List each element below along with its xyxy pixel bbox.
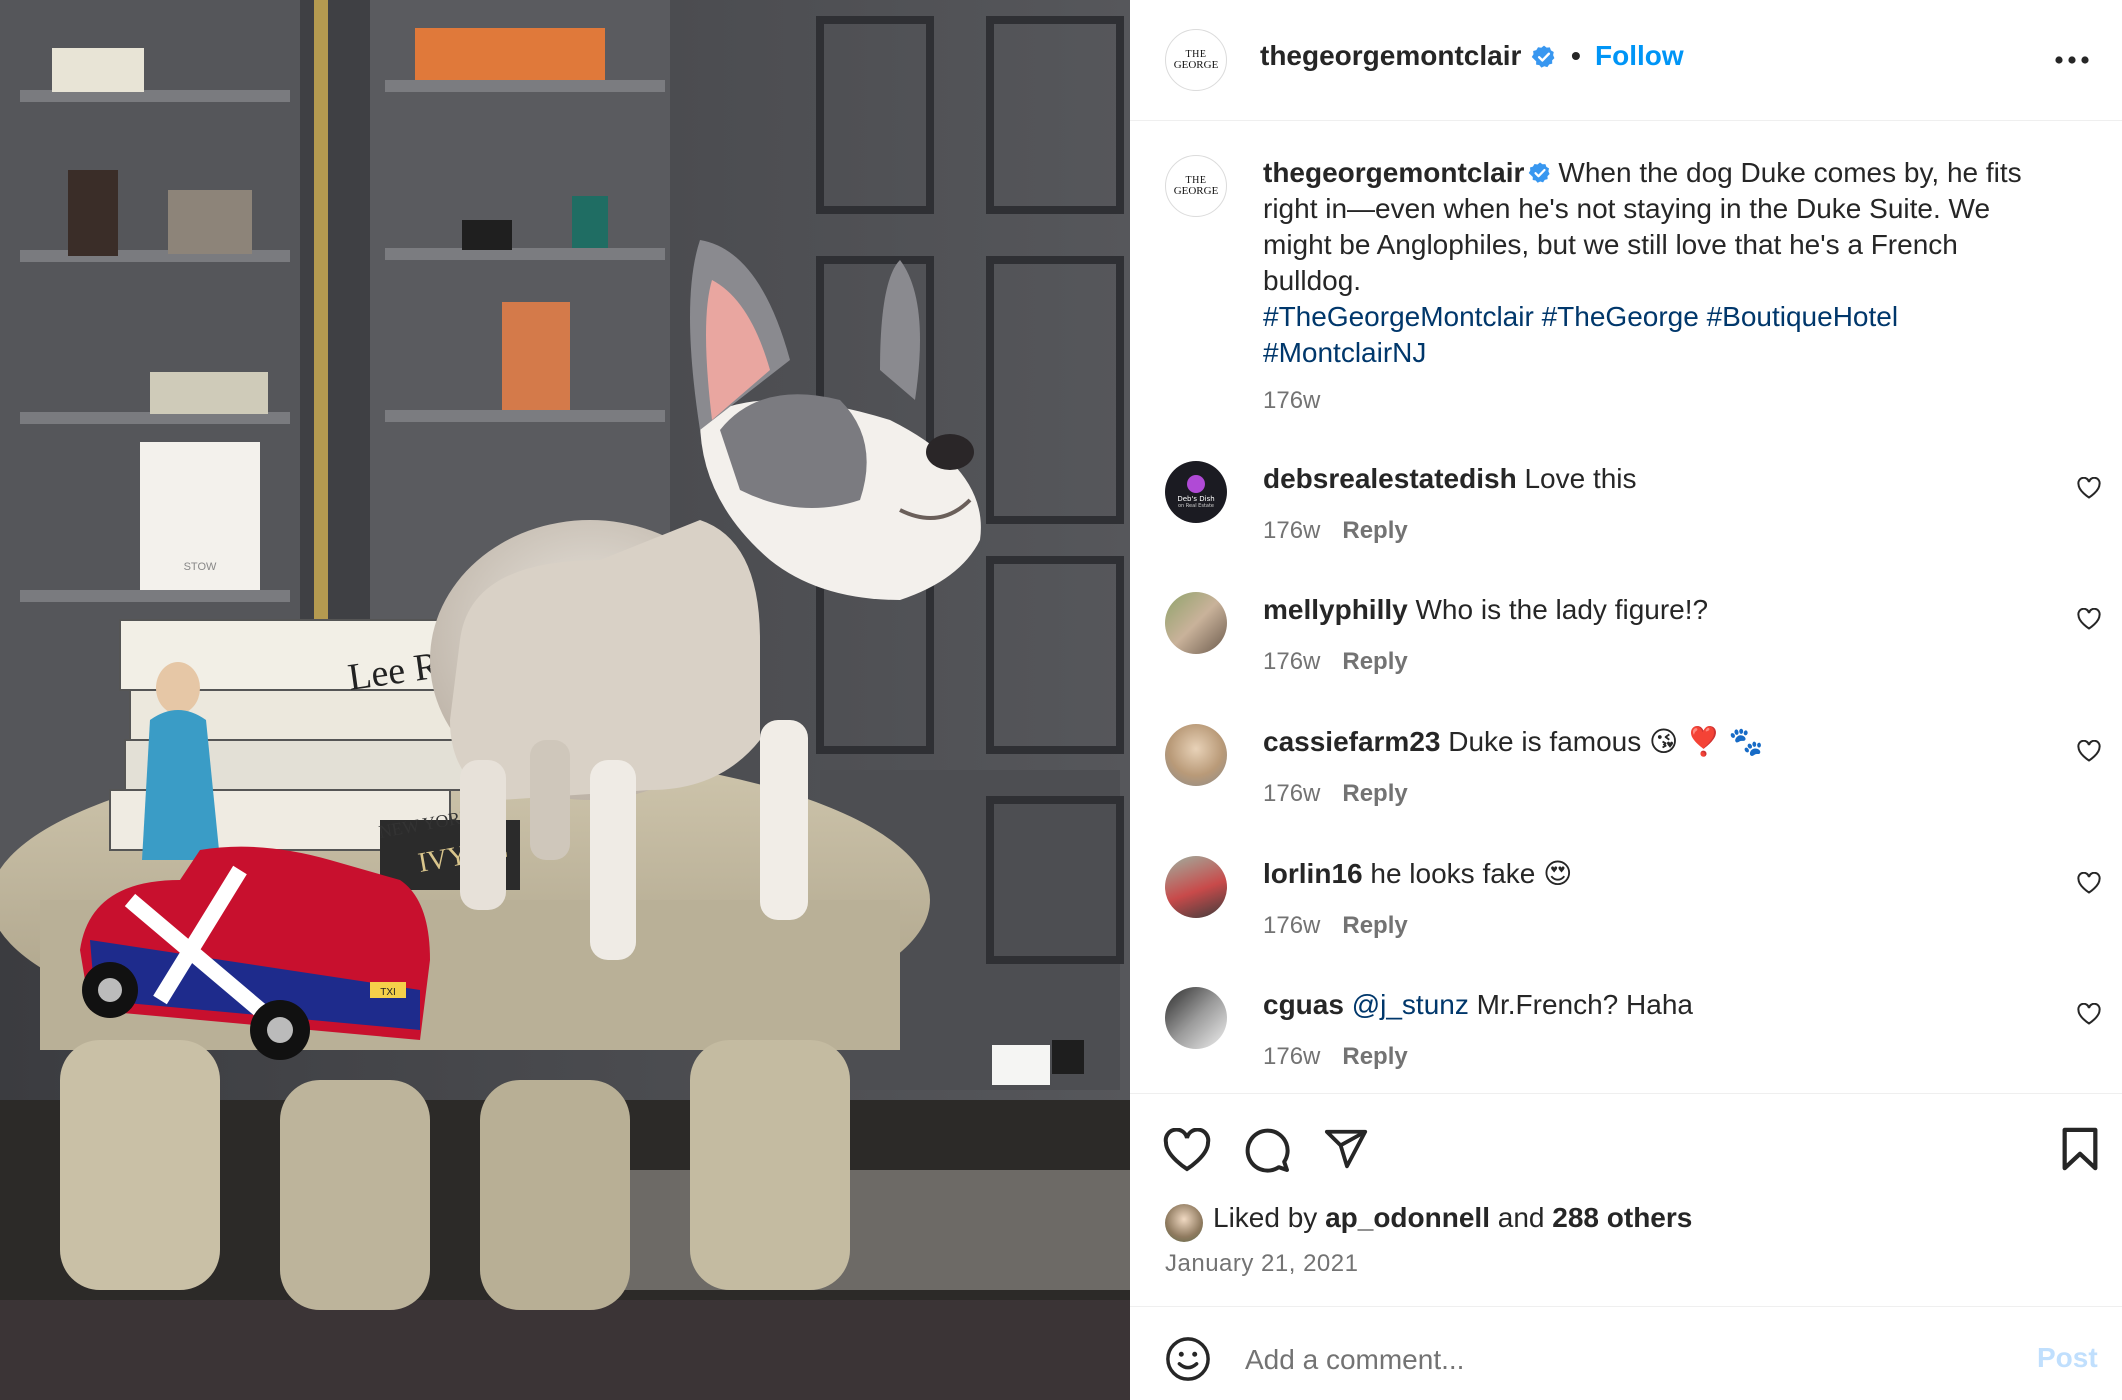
hashtag-link[interactable]: #MontclairNJ [1263, 337, 1426, 368]
comment-meta: 176w Reply [1263, 517, 1408, 545]
avatar-logo-line2: GEORGE [1173, 185, 1219, 197]
bookmark-icon[interactable] [2060, 1126, 2100, 1172]
post-details-panel: THE GEORGE thegeorgemontclair • Follow T… [1130, 0, 2122, 1400]
comments-list[interactable]: THE GEORGE thegeorgemontclair When the d… [1130, 121, 2122, 1093]
avatar-text-2: on Real Estate [1177, 503, 1214, 509]
post-header: THE GEORGE thegeorgemontclair • Follow [1130, 0, 2122, 121]
send-icon[interactable] [1323, 1126, 1369, 1172]
comment-meta: 176w Reply [1263, 780, 1408, 808]
comment-age[interactable]: 176w [1263, 1043, 1320, 1070]
comment-like-heart-icon[interactable] [2077, 608, 2101, 630]
avatar-logo-line2: GEORGE [1173, 59, 1219, 71]
verified-badge-icon [1531, 45, 1555, 68]
hashtag-link[interactable]: #TheGeorge [1542, 301, 1699, 332]
follow-button[interactable]: Follow [1595, 40, 1684, 72]
comment-meta: 176w Reply [1263, 648, 1408, 676]
post-comment-button[interactable]: Post [2037, 1342, 2098, 1374]
divider [1130, 1306, 2122, 1307]
post-caption: thegeorgemontclair When the dog Duke com… [1263, 155, 2063, 413]
commenter-avatar[interactable]: Deb's Dish on Real Estate [1165, 461, 1227, 523]
comment-age[interactable]: 176w [1263, 648, 1320, 675]
hashtag-link[interactable]: #TheGeorgeMontclair [1263, 301, 1534, 332]
comment-like-heart-icon[interactable] [2077, 1003, 2101, 1025]
comment-age[interactable]: 176w [1263, 517, 1320, 544]
comment-username[interactable]: cguas [1263, 989, 1344, 1020]
header-separator: • [1571, 40, 1581, 71]
post-action-bar [1130, 1118, 2122, 1178]
emoji-smile-icon[interactable] [1165, 1336, 1211, 1382]
comment-text: Who is the lady figure!? [1415, 594, 1709, 625]
comment-age[interactable]: 176w [1263, 780, 1320, 807]
comment-item: mellyphilly Who is the lady figure!? 176… [1130, 592, 2122, 722]
likes-prefix: Liked by [1213, 1202, 1318, 1233]
divider [1130, 1093, 2122, 1094]
likes-summary: Liked by ap_odonnell and 288 others [1165, 1202, 1692, 1234]
post-image: STOW Lee Radz NEW YORK IVY LE [0, 0, 1130, 1400]
reply-button[interactable]: Reply [1342, 517, 1407, 544]
taxi-plate: TXI [380, 987, 396, 998]
comment-like-heart-icon[interactable] [2077, 740, 2101, 762]
caption-username[interactable]: thegeorgemontclair [1263, 157, 1524, 188]
likes-conjunction: and [1497, 1202, 1545, 1233]
comment-text: he looks fake 😍 [1370, 858, 1573, 889]
more-horizontal-icon[interactable] [2055, 56, 2089, 64]
commenter-avatar[interactable] [1165, 592, 1227, 654]
comment-username[interactable]: lorlin16 [1263, 858, 1363, 889]
comment-item: cassiefarm23 Duke is famous 😘 ❣️ 🐾 176w R… [1130, 724, 2122, 854]
post-date[interactable]: January 21, 2021 [1165, 1250, 1358, 1278]
comment-input[interactable] [1243, 1330, 1947, 1390]
liker-username[interactable]: ap_odonnell [1325, 1202, 1490, 1233]
comment-body: lorlin16 he looks fake 😍 [1263, 856, 2023, 892]
likes-others-link[interactable]: 288 others [1552, 1202, 1692, 1233]
comment-body: cguas @j_stunz Mr.French? Haha [1263, 987, 2023, 1023]
comment-meta: 176w Reply [1263, 912, 1408, 940]
reply-button[interactable]: Reply [1342, 648, 1407, 675]
avatar-mark [1187, 475, 1205, 493]
commenter-avatar[interactable] [1165, 856, 1227, 918]
comment-body: debsrealestatedish Love this [1263, 461, 2023, 497]
comment-mention[interactable]: @j_stunz [1352, 989, 1469, 1020]
comment-username[interactable]: mellyphilly [1263, 594, 1408, 625]
heart-icon[interactable] [1163, 1128, 1211, 1172]
comment-like-heart-icon[interactable] [2077, 477, 2101, 499]
comment-body: cassiefarm23 Duke is famous 😘 ❣️ 🐾 [1263, 724, 2023, 760]
account-avatar[interactable]: THE GEORGE [1165, 29, 1227, 91]
shelf-box-label: STOW [184, 561, 217, 573]
commenter-avatar[interactable] [1165, 724, 1227, 786]
reply-button[interactable]: Reply [1342, 780, 1407, 807]
header-username[interactable]: thegeorgemontclair [1260, 40, 1521, 72]
reply-button[interactable]: Reply [1342, 1043, 1407, 1070]
comment-username[interactable]: debsrealestatedish [1263, 463, 1517, 494]
comment-item: lorlin16 he looks fake 😍 176w Reply [1130, 856, 2122, 986]
comment-username[interactable]: cassiefarm23 [1263, 726, 1440, 757]
comment-item: cguas @j_stunz Mr.French? Haha 176w Reply [1130, 987, 2122, 1117]
commenter-avatar[interactable] [1165, 987, 1227, 1049]
caption-avatar[interactable]: THE GEORGE [1165, 155, 1227, 217]
reply-button[interactable]: Reply [1342, 912, 1407, 939]
comment-like-heart-icon[interactable] [2077, 872, 2101, 894]
caption-age[interactable]: 176w [1263, 389, 2063, 413]
comment-body: mellyphilly Who is the lady figure!? [1263, 592, 2023, 628]
comment-text: Duke is famous 😘 ❣️ 🐾 [1448, 726, 1764, 757]
comment-text: Love this [1524, 463, 1637, 494]
comment-age[interactable]: 176w [1263, 912, 1320, 939]
post-photo[interactable]: STOW Lee Radz NEW YORK IVY LE [0, 0, 1130, 1400]
comment-text: Mr.French? Haha [1476, 989, 1693, 1020]
avatar-text-1: Deb's Dish [1177, 495, 1215, 503]
comment-meta: 176w Reply [1263, 1043, 1408, 1071]
comment-icon[interactable] [1243, 1126, 1291, 1174]
hashtag-link[interactable]: #BoutiqueHotel [1707, 301, 1898, 332]
comment-item: Deb's Dish on Real Estate debsrealestate… [1130, 461, 2122, 591]
verified-badge-icon [1529, 162, 1550, 183]
